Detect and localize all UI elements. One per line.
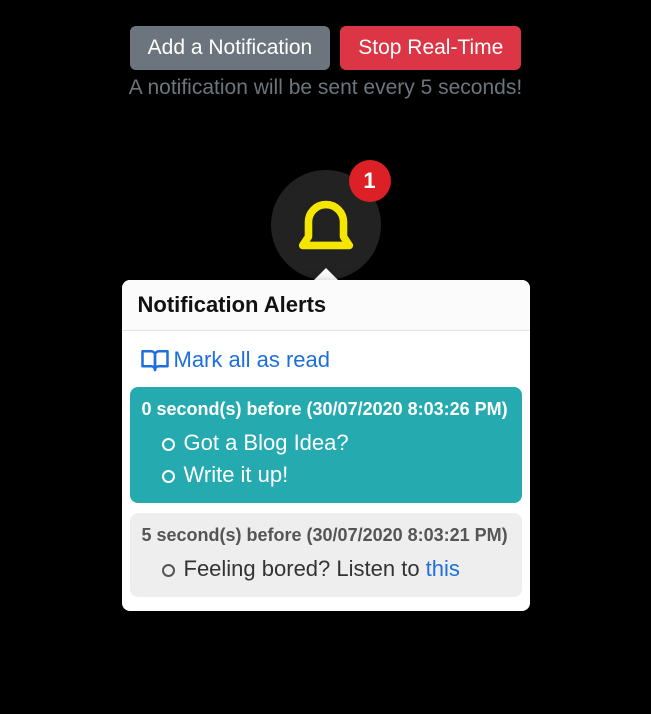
notification-panel: Notification Alerts Mark all as read 0 s… bbox=[122, 280, 530, 611]
info-text: A notification will be sent every 5 seco… bbox=[129, 76, 522, 100]
mark-all-read-label: Mark all as read bbox=[174, 347, 331, 373]
notification-time: 0 second(s) before (30/07/2020 8:03:26 P… bbox=[142, 397, 510, 421]
book-icon bbox=[140, 347, 170, 373]
panel-caret bbox=[314, 268, 338, 280]
stop-realtime-button[interactable]: Stop Real-Time bbox=[340, 26, 521, 70]
bell-icon bbox=[291, 190, 361, 260]
bell-wrap: 1 bbox=[271, 170, 381, 280]
add-notification-button[interactable]: Add a Notification bbox=[130, 26, 331, 70]
notification-card[interactable]: 5 second(s) before (30/07/2020 8:03:21 P… bbox=[130, 513, 522, 597]
notification-line: Write it up! bbox=[162, 459, 510, 491]
notification-line: Feeling bored? Listen to this bbox=[162, 553, 510, 585]
mark-all-read-button[interactable]: Mark all as read bbox=[122, 331, 530, 387]
action-buttons: Add a Notification Stop Real-Time bbox=[130, 26, 522, 70]
notification-badge: 1 bbox=[349, 160, 391, 202]
notification-time: 5 second(s) before (30/07/2020 8:03:21 P… bbox=[142, 523, 510, 547]
notification-card[interactable]: 0 second(s) before (30/07/2020 8:03:26 P… bbox=[130, 387, 522, 503]
notification-line: Got a Blog Idea? bbox=[162, 427, 510, 459]
panel-title: Notification Alerts bbox=[122, 280, 530, 331]
notification-link[interactable]: this bbox=[426, 556, 460, 581]
